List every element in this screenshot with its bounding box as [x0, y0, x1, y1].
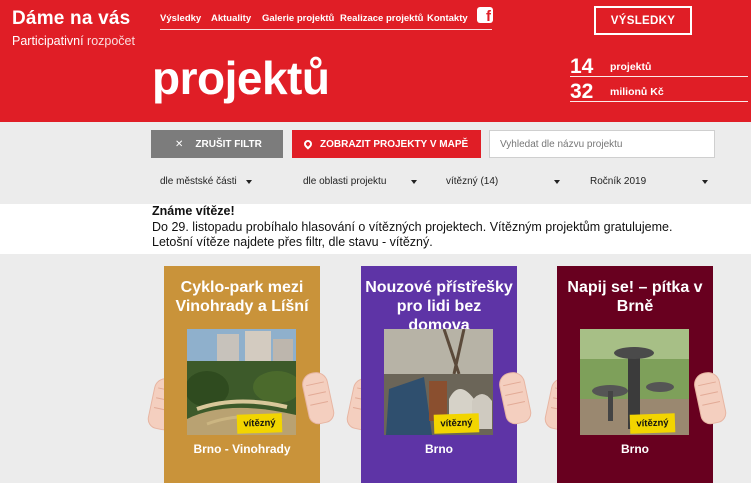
- chevron-down-icon: [246, 180, 252, 184]
- card-place: Brno - Vinohrady: [193, 442, 291, 456]
- project-cards: Cyklo-park mezi Vinohrady a Líšní vítězn…: [0, 254, 751, 483]
- chevron-down-icon: [411, 180, 417, 184]
- search-input[interactable]: [489, 130, 715, 158]
- nav-item-kontakty[interactable]: Kontakty: [427, 13, 468, 24]
- clear-filter-button[interactable]: ✕ ZRUŠIT FILTR: [151, 130, 283, 158]
- nav-item-galerie[interactable]: Galerie projektů: [262, 13, 334, 24]
- logo-subtitle-strong: Participativní: [12, 34, 84, 48]
- card-title: Nouzové přístřešky pro lidi bez domova: [365, 279, 513, 334]
- winner-badge: vítězný: [433, 413, 480, 434]
- close-icon: ✕: [175, 138, 184, 150]
- logo-title: Dáme na vás: [12, 8, 131, 29]
- main-nav: Výsledky Aktuality Galerie projektů Real…: [160, 5, 493, 30]
- project-card[interactable]: Napij se! – pítka v Brně vítězný Brno: [557, 266, 713, 483]
- map-pin-icon: [302, 138, 314, 150]
- project-card[interactable]: Nouzové přístřešky pro lidi bez domova v…: [361, 266, 517, 483]
- show-map-label: ZOBRAZIT PROJEKTY V MAPĚ: [320, 138, 469, 150]
- stat-projects-label: projektů: [610, 61, 652, 73]
- show-map-button[interactable]: ZOBRAZIT PROJEKTY V MAPĚ: [292, 130, 481, 158]
- project-card[interactable]: Cyklo-park mezi Vinohrady a Líšní vítězn…: [164, 266, 320, 483]
- stat-projects: 14 projektů: [570, 55, 748, 77]
- filter-year-select[interactable]: Ročník 2019: [590, 176, 708, 190]
- site-logo[interactable]: Dáme na vás Participativní rozpočet: [12, 8, 135, 48]
- notice-line: Letošní vítěze najdete přes filtr, dle s…: [152, 235, 433, 249]
- page-title: projektů: [152, 52, 330, 104]
- filter-bar: ✕ ZRUŠIT FILTR ZOBRAZIT PROJEKTY V MAPĚ …: [0, 122, 751, 204]
- chevron-down-icon: [702, 180, 708, 184]
- filter-area-value: dle oblasti projektu: [303, 176, 387, 187]
- winner-badge: vítězný: [236, 413, 283, 434]
- filter-status-value: vítězný (14): [446, 176, 499, 187]
- winners-notice: Známe vítěze! Do 29. listopadu probíhalo…: [152, 204, 722, 251]
- nav-item-aktuality[interactable]: Aktuality: [211, 13, 251, 24]
- site-header: Dáme na vás Participativní rozpočet Výsl…: [0, 0, 751, 122]
- stat-budget: 32 milionů Kč: [570, 80, 748, 102]
- filter-status-select[interactable]: vítězný (14): [446, 176, 560, 190]
- notice-title: Známe vítěze!: [152, 204, 235, 218]
- filter-year-value: Ročník 2019: [590, 176, 647, 187]
- filter-district-select[interactable]: dle městské části: [160, 176, 252, 190]
- facebook-icon[interactable]: f: [477, 7, 493, 25]
- filter-area-select[interactable]: dle oblasti projektu: [303, 176, 417, 190]
- chevron-down-icon: [554, 180, 560, 184]
- stat-budget-label: milionů Kč: [610, 86, 664, 98]
- logo-subtitle: Participativní rozpočet: [12, 34, 135, 48]
- filter-district-value: dle městské části: [160, 176, 237, 187]
- nav-item-realizace[interactable]: Realizace projektů: [340, 13, 423, 24]
- card-place: Brno: [425, 442, 453, 456]
- card-place: Brno: [621, 442, 649, 456]
- logo-subtitle-light: rozpočet: [83, 34, 135, 48]
- stat-budget-value: 32: [570, 80, 594, 103]
- nav-item-vysledky[interactable]: Výsledky: [160, 13, 201, 24]
- winner-badge: vítězný: [629, 413, 676, 434]
- clear-filter-label: ZRUŠIT FILTR: [195, 138, 262, 150]
- results-button[interactable]: VÝSLEDKY: [594, 6, 692, 35]
- card-title: Napij se! – pítka v Brně: [567, 279, 703, 315]
- notice-line: Do 29. listopadu probíhalo hlasování o v…: [152, 219, 673, 234]
- stat-projects-value: 14: [570, 55, 594, 78]
- card-title: Cyklo-park mezi Vinohrady a Líšní: [175, 279, 309, 315]
